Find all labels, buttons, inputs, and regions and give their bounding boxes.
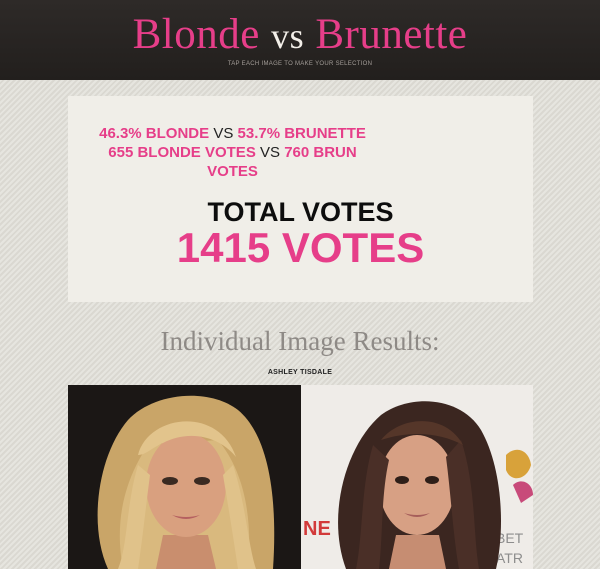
individual-results-heading: Individual Image Results:	[160, 326, 440, 356]
backdrop-text-3: ATR	[496, 550, 523, 566]
backdrop-text-1: NE	[303, 518, 331, 540]
selection-instruction: TAP EACH IMAGE TO MAKE YOUR SELECTION	[227, 61, 373, 67]
vs-label: VS	[213, 125, 234, 142]
votes-line: 655 BLONDE VOTES VS 760 BRUN	[0, 143, 465, 163]
title-vs: vs	[271, 16, 305, 56]
title-brunette: Brunette	[315, 11, 468, 58]
votes-line-wrap: VOTES	[0, 162, 465, 182]
brunette-photo-image: NE BET ATR	[301, 385, 533, 569]
blonde-photo[interactable]	[68, 385, 301, 569]
site-title: Blonde vs Brunette	[0, 10, 600, 61]
total-votes-value: 1415 VOTES	[176, 224, 425, 271]
vs-label: VS	[260, 144, 281, 161]
person-name: ASHLEY TISDALE	[267, 369, 333, 376]
blonde-votes: 655 BLONDE VOTES	[108, 144, 256, 161]
brunette-votes-cont: VOTES	[207, 163, 258, 180]
blonde-percent: 46.3% BLONDE	[99, 125, 210, 142]
site-header: Blonde vs Brunette TAP EACH IMAGE TO MAK…	[0, 0, 600, 80]
title-blonde: Blonde	[132, 11, 260, 58]
brunette-percent: 53.7% BRUNETTE	[237, 125, 366, 142]
blonde-photo-image	[68, 385, 301, 569]
brunette-votes: 760 BRUN	[284, 144, 357, 161]
percent-line: 46.3% BLONDE VS 53.7% BRUNETTE	[0, 124, 465, 144]
brunette-photo[interactable]: NE BET ATR	[301, 385, 533, 569]
